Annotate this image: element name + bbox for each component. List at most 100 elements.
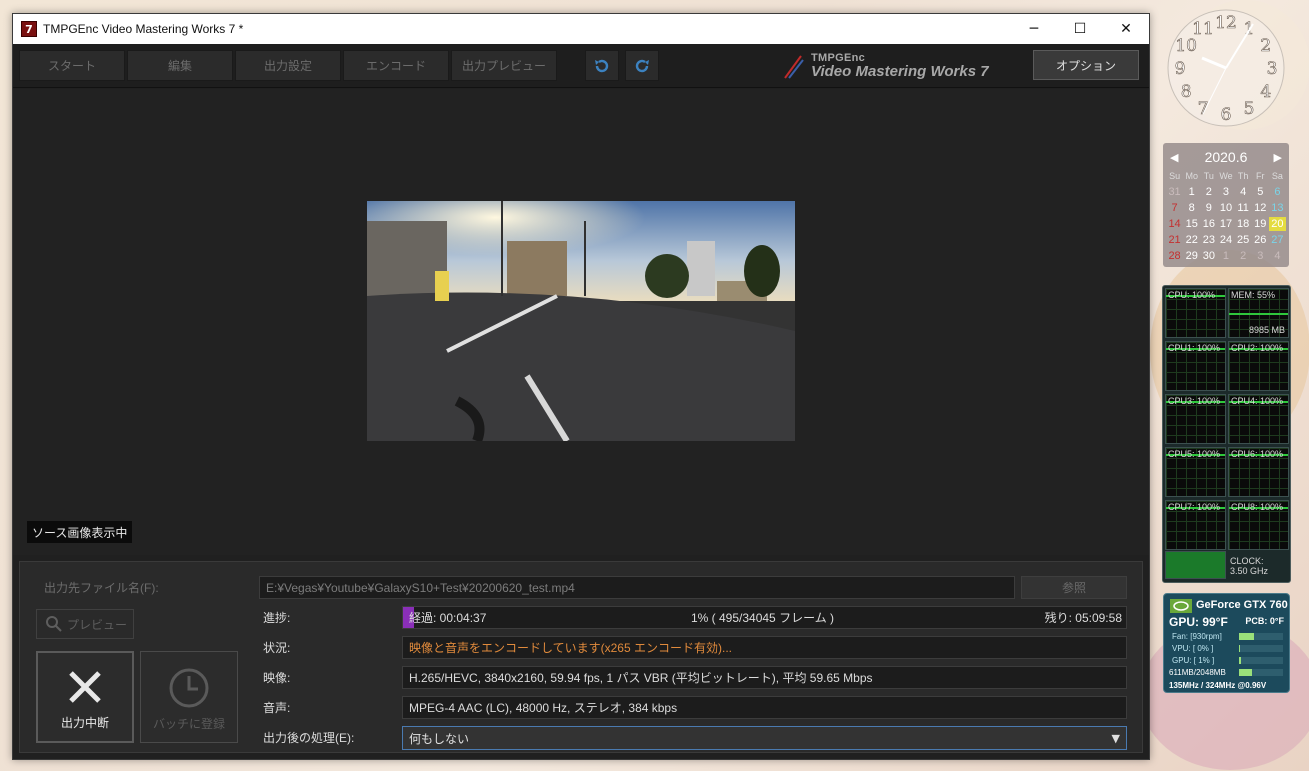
calendar-day[interactable]: 25 [1235, 233, 1252, 247]
gpu-vpu: VPU: [ 0% ] [1172, 644, 1214, 653]
calendar-day[interactable]: 27 [1269, 233, 1286, 247]
memory-label: MEM: 55% [1231, 290, 1276, 300]
redo-button[interactable] [625, 50, 659, 81]
gpu-load-bar [1239, 657, 1283, 664]
minimize-icon: ─ [1029, 21, 1039, 37]
calendar-day[interactable]: 31 [1166, 185, 1183, 199]
calendar-day[interactable]: 9 [1200, 201, 1217, 215]
output-file-label: 出力先ファイル名(F): [44, 580, 159, 595]
calendar-day[interactable]: 6 [1269, 185, 1286, 199]
clock-gadget[interactable]: 121234567891011 [1158, 4, 1294, 134]
redo-icon [635, 59, 649, 72]
calendar-day[interactable]: 18 [1235, 217, 1252, 231]
calendar-day[interactable]: 20 [1268, 217, 1286, 231]
close-button[interactable]: ✕ [1103, 14, 1149, 44]
calendar-day[interactable]: 15 [1183, 217, 1200, 231]
clock-numeral: 2 [1260, 36, 1271, 56]
browse-button[interactable]: 参照 [1021, 576, 1127, 599]
gpu-meter-gadget: GeForce GTX 760 GPU: 99°F PCB: 0°F Fan: … [1163, 593, 1290, 693]
preview-button[interactable]: プレビュー [36, 609, 134, 639]
calendar-day[interactable]: 19 [1252, 217, 1269, 231]
app-icon[interactable]: 7 [21, 21, 37, 37]
clock-numeral: 5 [1244, 99, 1255, 119]
calendar-prev-icon[interactable]: ◀ [1170, 151, 1178, 164]
cpu-clock-value: 3.50 GHz [1230, 566, 1269, 576]
clock-icon [169, 668, 209, 708]
step-start-button[interactable]: スタート [19, 50, 125, 81]
gpu-clocks: 135MHz / 324MHz @0.96V [1169, 681, 1267, 690]
maximize-button[interactable]: ☐ [1057, 14, 1103, 44]
clock-numeral: 11 [1192, 19, 1214, 39]
register-batch-button[interactable]: バッチに登録 [140, 651, 238, 743]
clock-numeral: 12 [1215, 13, 1237, 33]
calendar-day[interactable]: 28 [1166, 249, 1183, 263]
cpu-core-label: CPU6: 100% [1231, 449, 1284, 459]
cpu-core-graph: CPU7: 100% [1165, 500, 1226, 550]
output-file-path-field[interactable]: E:¥Vegas¥Youtube¥GalaxyS10+Test¥20200620… [259, 576, 1015, 599]
step-output-preview-button[interactable]: 出力プレビュー [451, 50, 557, 81]
calendar-day[interactable]: 4 [1269, 249, 1286, 263]
cpu-total-graph: CPU: 100% [1165, 288, 1226, 338]
preview-area: ソース画像表示中 [13, 89, 1149, 555]
gpu-pcb-temp: PCB: 0°F [1245, 616, 1284, 626]
logo-product: Video Mastering Works 7 [811, 63, 989, 80]
nvidia-logo-icon [1170, 599, 1192, 613]
cpu-core-graph: CPU2: 100% [1228, 341, 1289, 391]
step-output-settings-button[interactable]: 出力設定 [235, 50, 341, 81]
calendar-day[interactable]: 1 [1217, 249, 1234, 263]
register-batch-label: バッチに登録 [152, 717, 225, 731]
cpu-clock-readout: CLOCK: 3.50 GHz [1230, 556, 1268, 576]
calendar-day[interactable]: 26 [1252, 233, 1269, 247]
stop-output-button[interactable]: 出力中断 [36, 651, 134, 743]
calendar-day[interactable]: 16 [1200, 217, 1217, 231]
calendar-day[interactable]: 8 [1183, 201, 1200, 215]
gpu-vpu-bar [1239, 645, 1283, 652]
cpu-core-label: CPU3: 100% [1168, 396, 1221, 406]
minimize-button[interactable]: ─ [1011, 14, 1057, 44]
post-process-select[interactable]: 何もしない ▼ [402, 726, 1127, 750]
cpu-meter-gadget: CPU: 100% MEM: 55% 8985 MB CPU1: 100% CPU… [1162, 285, 1291, 583]
calendar-day[interactable]: 29 [1183, 249, 1200, 263]
cpu-total-label: CPU: 100% [1168, 290, 1216, 300]
step-toolbar: スタート 編集 出力設定 エンコード 出力プレビュー TMPGEnc Video… [13, 44, 1149, 88]
video-info-value: H.265/HEVC, 3840x2160, 59.94 fps, 1 パス V… [402, 666, 1127, 689]
calendar-next-icon[interactable]: ▶ [1274, 151, 1282, 164]
calendar-weekday: Tu [1203, 171, 1214, 181]
calendar-day[interactable]: 5 [1252, 185, 1269, 199]
step-edit-button[interactable]: 編集 [127, 50, 233, 81]
undo-button[interactable] [585, 50, 619, 81]
analog-clock-face: 121234567891011 [1167, 9, 1285, 127]
video-preview-image [367, 201, 795, 441]
calendar-day[interactable]: 11 [1235, 201, 1252, 215]
calendar-day[interactable]: 23 [1200, 233, 1217, 247]
calendar-day[interactable]: 2 [1200, 185, 1217, 199]
calendar-day[interactable]: 1 [1183, 185, 1200, 199]
gpu-temp: GPU: 99°F [1169, 615, 1228, 629]
calendar-weekday: Su [1169, 171, 1181, 181]
calendar-day[interactable]: 3 [1217, 185, 1234, 199]
calendar-day[interactable]: 10 [1217, 201, 1234, 215]
cpu-core-graph: CPU6: 100% [1228, 447, 1289, 497]
calendar-day[interactable]: 17 [1217, 217, 1234, 231]
calendar-day[interactable]: 21 [1166, 233, 1183, 247]
calendar-day[interactable]: 24 [1217, 233, 1234, 247]
calendar-day[interactable]: 12 [1252, 201, 1269, 215]
options-button[interactable]: オプション [1033, 50, 1139, 80]
cpu-core-label: CPU2: 100% [1231, 343, 1284, 353]
cpu-core-graph: CPU3: 100% [1165, 394, 1226, 444]
calendar-day[interactable]: 2 [1235, 249, 1252, 263]
cpu-core-label: CPU5: 100% [1168, 449, 1221, 459]
gpu-name: GeForce GTX 760 [1196, 599, 1288, 611]
calendar-day[interactable]: 4 [1235, 185, 1252, 199]
calendar-day[interactable]: 30 [1200, 249, 1217, 263]
calendar-day[interactable]: 3 [1252, 249, 1269, 263]
cpu-core-label: CPU8: 100% [1231, 502, 1284, 512]
calendar-day[interactable]: 13 [1269, 201, 1286, 215]
calendar-day[interactable]: 7 [1166, 201, 1183, 215]
calendar-day[interactable]: 14 [1166, 217, 1183, 231]
step-encode-button[interactable]: エンコード [343, 50, 449, 81]
calendar-grid: Su Mo Tu We Th Fr Sa 31 1 2 3 4 5 6 7 8 9 10 11 12 13 14 15 16 1… [1166, 169, 1286, 263]
title-bar[interactable]: 7 TMPGEnc Video Mastering Works 7 * ─ ☐ … [13, 14, 1149, 44]
status-value: 映像と音声をエンコードしています(x265 エンコード有効)... [402, 636, 1127, 659]
calendar-day[interactable]: 22 [1183, 233, 1200, 247]
